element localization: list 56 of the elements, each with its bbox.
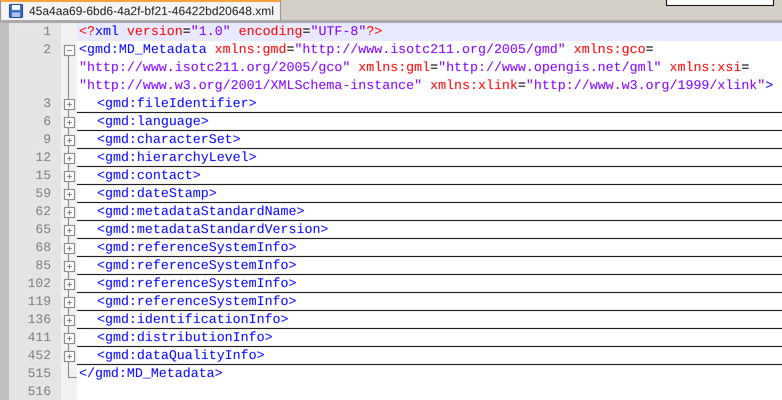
line-number: 85 (34, 257, 52, 275)
line-number: 59 (34, 185, 52, 203)
code-line: <gmd:contact> (96, 168, 201, 183)
code-line: <gmd:fileIdentifier> (96, 96, 257, 111)
expand-icon[interactable] (64, 152, 74, 164)
line-number: 1 (42, 23, 52, 41)
expand-icon[interactable] (64, 278, 74, 290)
line-number: 12 (34, 149, 52, 167)
line-number: 65 (34, 221, 52, 239)
code-line: <gmd:language> (96, 114, 209, 129)
code-line: <gmd:characterSet> (96, 132, 241, 147)
code-line: <gmd:dataQualityInfo> (96, 348, 265, 363)
line-number: 452 (26, 347, 52, 365)
expand-icon[interactable] (64, 188, 74, 200)
code-line: "http://www.w3.org/2001/XMLSchema-instance" xmlns:xlink="http://www.w3.org/1999/xlink"> (79, 78, 774, 93)
expand-icon[interactable] (64, 314, 74, 326)
collapse-icon[interactable] (64, 44, 74, 56)
code-line: <gmd:referenceSystemInfo> (96, 294, 296, 309)
line-number: 102 (26, 275, 52, 293)
line-number: 6 (42, 113, 52, 131)
line-number: 62 (34, 203, 52, 221)
code-line: <gmd:metadataStandardName> (96, 204, 304, 219)
line-number: 68 (34, 239, 52, 257)
expand-icon[interactable] (64, 134, 74, 146)
line-number: 136 (26, 311, 52, 329)
code-line: <?xml version="1.0" encoding="UTF-8"?> (79, 24, 382, 39)
line-number: 2 (42, 41, 52, 59)
expand-icon[interactable] (64, 350, 74, 362)
expand-icon[interactable] (64, 98, 74, 110)
line-number: 3 (42, 95, 52, 113)
expand-icon[interactable] (64, 206, 74, 218)
expand-icon[interactable] (64, 296, 74, 308)
file-tab[interactable]: 45a4aa69-6bd6-4a2f-bf21-46422bd20648.xml (0, 0, 281, 20)
expand-icon[interactable] (64, 242, 74, 254)
code-line: <gmd:identificationInfo> (96, 312, 289, 327)
code-line: </gmd:MD_Metadata> (79, 366, 223, 381)
code-line: <gmd:hierarchyLevel> (96, 150, 257, 165)
code-line: <gmd:MD_Metadata xmlns:gmd="http://www.isotc211.org/2005/gmd" xmlns:gco= (79, 42, 654, 57)
expand-icon[interactable] (64, 116, 74, 128)
code-line: <gmd:distributionInfo> (96, 330, 273, 345)
line-number: 515 (26, 365, 52, 383)
expand-icon[interactable] (64, 170, 74, 182)
line-number: 9 (42, 131, 52, 149)
code-line: <gmd:referenceSystemInfo> (96, 240, 296, 255)
line-number: 516 (26, 383, 52, 400)
code-line: <gmd:dateStamp> (96, 186, 217, 201)
expand-icon[interactable] (64, 332, 74, 344)
line-number: 15 (34, 167, 52, 185)
line-number: 119 (26, 293, 52, 311)
expand-icon[interactable] (64, 224, 74, 236)
code-line: <gmd:metadataStandardVersion> (96, 222, 328, 237)
code-line: <gmd:referenceSystemInfo> (96, 258, 296, 273)
line-number: 411 (26, 329, 52, 347)
code-line: "http://www.isotc211.org/2005/gco" xmlns:gml="http://www.opengis.net/gml" xmlns:xsi= (79, 60, 750, 75)
code-line: <gmd:referenceSystemInfo> (96, 276, 296, 291)
expand-icon[interactable] (64, 260, 74, 272)
